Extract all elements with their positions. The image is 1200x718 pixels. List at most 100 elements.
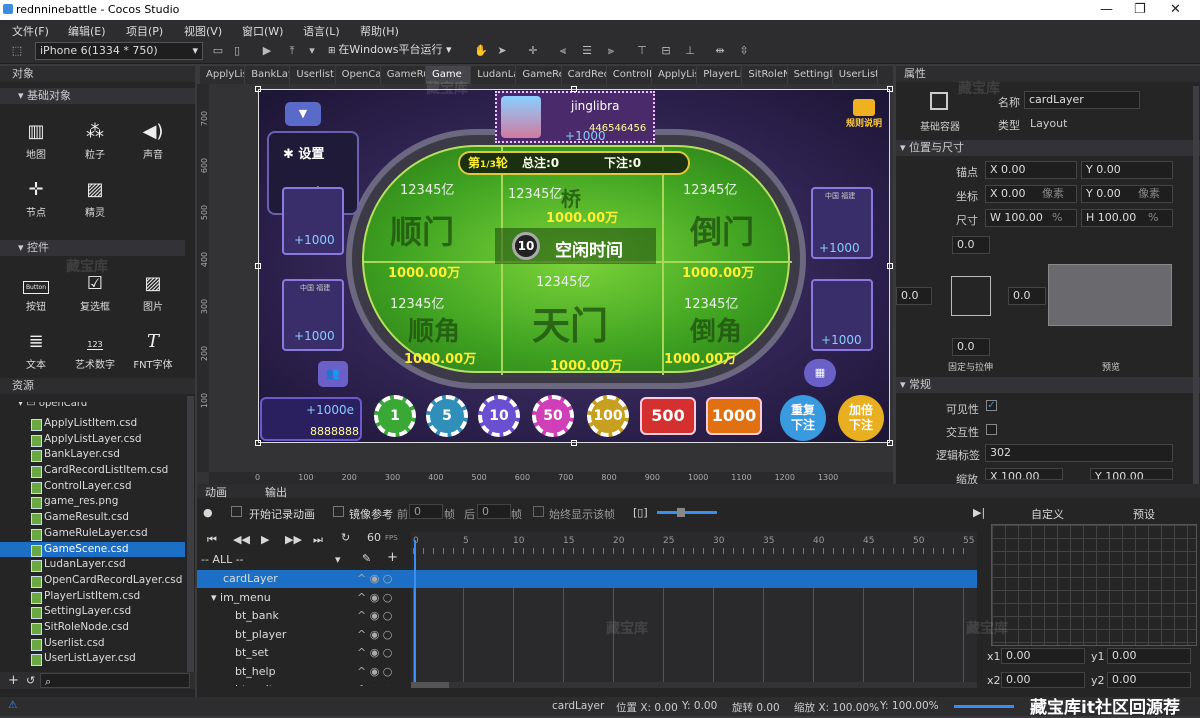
- edit-icon[interactable]: ✎: [362, 552, 371, 565]
- resource-search-input[interactable]: ⌕: [40, 673, 190, 688]
- control-button[interactable]: Button 按钮: [11, 270, 61, 313]
- resize-handle[interactable]: [571, 86, 577, 92]
- name-input[interactable]: cardLayer: [1024, 91, 1140, 109]
- help-button[interactable]: 规则说明: [846, 99, 882, 133]
- expand-icon[interactable]: ▾: [211, 591, 220, 604]
- add-icon[interactable]: +: [8, 673, 19, 688]
- width-input[interactable]: W 100.00%: [985, 209, 1077, 227]
- landscape-icon[interactable]: ▭: [211, 44, 225, 58]
- document-tab[interactable]: UserList: [833, 66, 878, 84]
- resource-file[interactable]: SitRoleNode.csd: [0, 620, 185, 636]
- control-image[interactable]: ▨ 图片: [128, 270, 178, 313]
- custom-tab[interactable]: 自定义: [1031, 506, 1064, 522]
- zoom-slider[interactable]: [657, 508, 717, 517]
- resize-handle[interactable]: [887, 86, 893, 92]
- x2-input[interactable]: 0.00: [1001, 672, 1085, 688]
- y1-input[interactable]: 0.00: [1107, 648, 1191, 664]
- document-tab[interactable]: ApplyLis: [200, 66, 246, 84]
- resize-handle[interactable]: [887, 440, 893, 446]
- anchor-y-input[interactable]: Y 0.00: [1081, 161, 1173, 179]
- resize-handle[interactable]: [255, 263, 261, 269]
- object-node[interactable]: ✛ 节点: [11, 176, 61, 219]
- document-tab[interactable]: SettingL: [788, 66, 833, 84]
- warning-icon[interactable]: ⚠: [8, 699, 17, 711]
- menu-language[interactable]: 语言(L): [303, 23, 340, 39]
- play-icon[interactable]: ▶: [261, 533, 269, 546]
- play-forward-icon[interactable]: ▶|: [973, 506, 985, 519]
- resource-file[interactable]: LudanLayer.csd: [0, 557, 185, 573]
- loop-icon[interactable]: ↻: [341, 531, 350, 544]
- menu-edit[interactable]: 编辑(E): [68, 23, 106, 39]
- props-scrollbar[interactable]: [1193, 86, 1199, 496]
- resource-file[interactable]: UserListLayer.csd: [0, 651, 185, 667]
- record-icon[interactable]: ●: [203, 506, 213, 519]
- interactive-checkbox[interactable]: [986, 424, 997, 435]
- menu-file[interactable]: 文件(F): [12, 23, 49, 39]
- distribute-v-icon[interactable]: ⇳: [737, 44, 751, 58]
- track-visibility-icon[interactable]: ^ ◉ ○: [357, 589, 392, 607]
- frame-mode-icon[interactable]: [▯]: [633, 506, 648, 519]
- next-frame-icon[interactable]: ▶▶: [285, 533, 302, 546]
- resource-file[interactable]: PlayerListItem.csd: [0, 589, 185, 605]
- resource-file[interactable]: ApplyListLayer.csd: [0, 432, 185, 448]
- chip-100[interactable]: 100: [587, 395, 629, 437]
- document-tab[interactable]: GameRu: [381, 66, 426, 84]
- resource-file[interactable]: game_res.png: [0, 494, 185, 510]
- document-tab[interactable]: LudanLa: [471, 66, 517, 84]
- track-visibility-icon[interactable]: ^ ◉ ○: [357, 681, 392, 686]
- resize-handle[interactable]: [255, 440, 261, 446]
- resource-file[interactable]: CardRecordListItem.csd: [0, 463, 185, 479]
- publish-icon[interactable]: ⤒: [285, 44, 299, 58]
- dropdown-icon[interactable]: ▾: [305, 44, 319, 58]
- resource-file[interactable]: ControlLayer.csd: [0, 479, 185, 495]
- resource-file[interactable]: GameScene.csd: [0, 541, 185, 558]
- chip-500[interactable]: 500: [640, 397, 696, 435]
- tab-animation[interactable]: 动画: [205, 484, 227, 500]
- record-button[interactable]: ▦: [804, 359, 836, 387]
- move-icon[interactable]: ✛: [526, 44, 540, 58]
- playhead[interactable]: [414, 540, 416, 682]
- margin-bottom-input[interactable]: 0.0: [952, 338, 990, 356]
- control-art-number[interactable]: 123 艺术数字: [70, 328, 120, 371]
- resource-file[interactable]: GameResult.csd: [0, 510, 185, 526]
- run-target-select[interactable]: ⊞ 在Windows平台运行 ▾: [324, 42, 458, 60]
- seat-right-top[interactable]: 中国 福建 +1000: [811, 187, 873, 259]
- zoom-slider[interactable]: [954, 705, 1014, 708]
- y2-input[interactable]: 0.00: [1107, 672, 1191, 688]
- tab-output[interactable]: 输出: [265, 484, 287, 500]
- first-frame-icon[interactable]: ⏮: [207, 533, 217, 547]
- track-visibility-icon[interactable]: ^ ◉ ○: [357, 570, 392, 588]
- margin-top-input[interactable]: 0.0: [952, 236, 990, 254]
- align-left-icon[interactable]: ⫷: [556, 44, 570, 58]
- track-row[interactable]: bt_bank ^ ◉ ○: [197, 607, 411, 625]
- repeat-bet-button[interactable]: 重复下注: [780, 395, 826, 441]
- left-scrollbar[interactable]: [187, 396, 194, 676]
- track-row[interactable]: bt_help ^ ◉ ○: [197, 663, 411, 681]
- margin-right-input[interactable]: 0.0: [1008, 287, 1046, 305]
- play-icon[interactable]: ▶: [260, 44, 274, 58]
- track-visibility-icon[interactable]: ^ ◉ ○: [357, 663, 392, 681]
- timeline-scroll-thumb[interactable]: [411, 682, 449, 688]
- always-show-checkbox[interactable]: [533, 506, 544, 517]
- track-row[interactable]: bt_quit ^ ◉ ○: [197, 681, 411, 686]
- object-map[interactable]: ▥ 地图: [11, 118, 61, 161]
- track-visibility-icon[interactable]: ^ ◉ ○: [357, 626, 392, 644]
- seat-left-bottom[interactable]: 中国 福建 +1000: [282, 279, 344, 351]
- menu-window[interactable]: 窗口(W): [242, 23, 283, 39]
- general-header[interactable]: ▾ 常规: [896, 377, 1200, 393]
- back-input[interactable]: 0: [477, 504, 511, 519]
- menu-view[interactable]: 视图(V): [184, 23, 222, 39]
- chip-10[interactable]: 10: [478, 395, 520, 437]
- document-tab[interactable]: CardRec: [562, 66, 607, 84]
- object-particle[interactable]: ⁂ 粒子: [70, 118, 120, 161]
- close-button[interactable]: ✕: [1170, 2, 1181, 17]
- resize-handle[interactable]: [571, 440, 577, 446]
- device-select[interactable]: iPhone 6(1334 * 750) ▾: [35, 42, 203, 60]
- preset-tab[interactable]: 预设: [1133, 506, 1155, 522]
- align-middle-icon[interactable]: ⊟: [659, 44, 673, 58]
- settings-menu-button[interactable]: ✱ 设置: [283, 143, 324, 162]
- track-row[interactable]: bt_set ^ ◉ ○: [197, 644, 411, 662]
- portrait-icon[interactable]: ▯: [230, 44, 244, 58]
- maximize-button[interactable]: ❐: [1134, 2, 1146, 17]
- align-top-icon[interactable]: ⊤: [635, 44, 649, 58]
